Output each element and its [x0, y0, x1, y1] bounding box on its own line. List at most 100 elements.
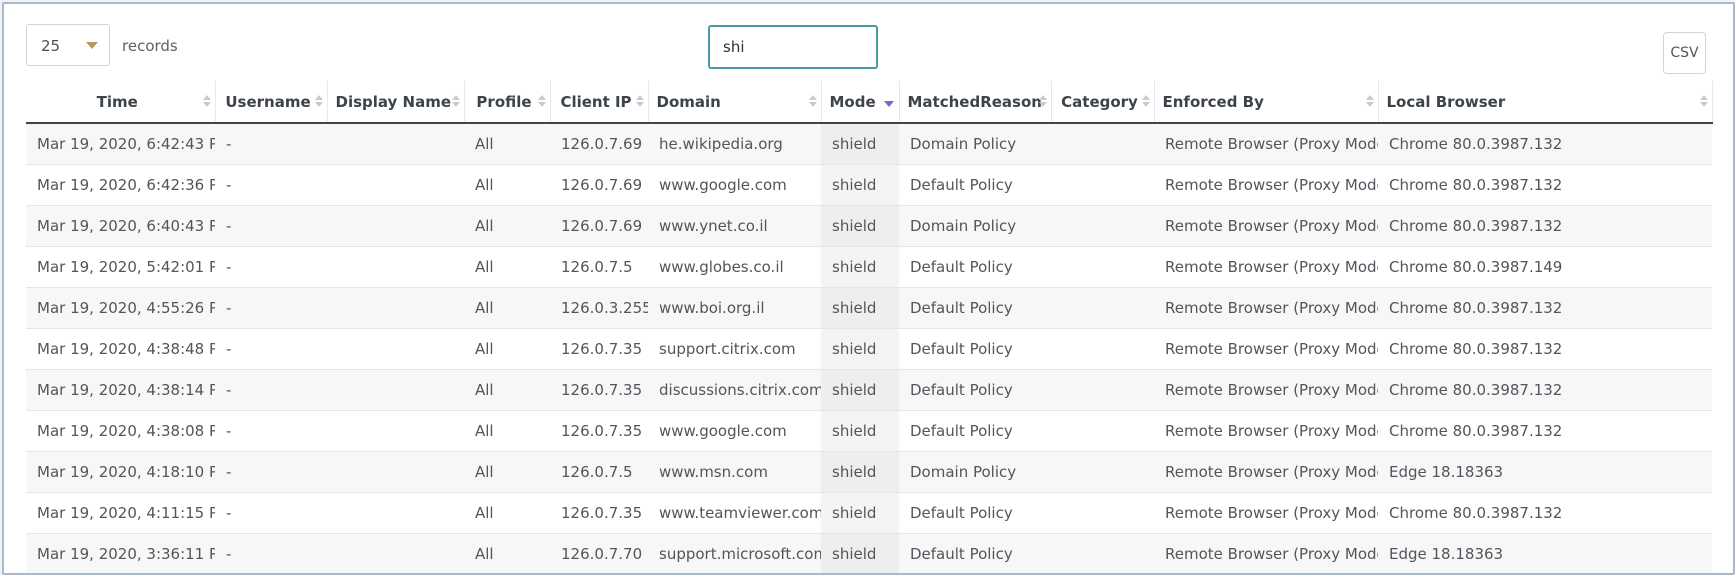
cell-local-browser: Edge 18.18363	[1378, 451, 1712, 493]
cell-mode: shield	[821, 164, 899, 206]
column-header-time[interactable]: Time	[26, 81, 216, 124]
table-row[interactable]: Mar 19, 2020, 4:11:15 PM - All 126.0.7.35 ww…	[26, 492, 1712, 534]
cell-display-name	[327, 533, 464, 573]
table-row[interactable]: Mar 19, 2020, 6:42:43 PM - All 126.0.7.69 he…	[26, 123, 1712, 165]
cell-domain: www.msn.com	[648, 451, 821, 493]
cell-time: Mar 19, 2020, 4:38:48 PM	[26, 328, 215, 370]
cell-display-name	[327, 123, 464, 165]
cell-time: Mar 19, 2020, 4:38:08 PM	[26, 410, 215, 452]
table-row[interactable]: Mar 19, 2020, 3:36:11 PM - All 126.0.7.70 su…	[26, 533, 1712, 573]
table-row[interactable]: Mar 19, 2020, 4:55:26 PM - All 126.0.3.255 w…	[26, 287, 1712, 329]
cell-matchedreason: Default Policy	[899, 246, 1051, 288]
column-header-profile[interactable]: Profile	[464, 81, 551, 124]
cell-domain: support.citrix.com	[648, 328, 821, 370]
cell-client-ip: 126.0.7.35	[550, 369, 648, 411]
table-toolbar: 25 records CSV	[4, 4, 1733, 82]
cell-local-browser: Edge 18.18363	[1378, 533, 1712, 573]
cell-enforced-by: Remote Browser (Proxy Mode)	[1154, 492, 1378, 534]
cell-local-browser: Chrome 80.0.3987.132	[1378, 123, 1712, 165]
cell-display-name	[327, 410, 464, 452]
column-header-client-ip[interactable]: Client IP	[550, 81, 649, 124]
cell-time: Mar 19, 2020, 4:38:14 PM	[26, 369, 215, 411]
cell-matchedreason: Default Policy	[899, 369, 1051, 411]
table-row[interactable]: Mar 19, 2020, 4:38:08 PM - All 126.0.7.35 ww…	[26, 410, 1712, 452]
cell-matchedreason: Domain Policy	[899, 205, 1051, 247]
sort-arrows-icon	[1699, 95, 1708, 107]
cell-time: Mar 19, 2020, 6:40:43 PM	[26, 205, 215, 247]
column-header-label: Time	[96, 92, 138, 111]
cell-domain: he.wikipedia.org	[648, 123, 821, 165]
column-header-display-name[interactable]: Display Name	[327, 81, 465, 124]
sort-arrows-icon	[635, 95, 644, 107]
cell-mode: shield	[821, 369, 899, 411]
cell-time: Mar 19, 2020, 6:42:43 PM	[26, 123, 215, 165]
page-size-select[interactable]: 25	[26, 24, 110, 66]
cell-mode: shield	[821, 492, 899, 534]
column-header-category[interactable]: Category	[1051, 81, 1155, 124]
cell-client-ip: 126.0.7.69	[550, 123, 648, 165]
cell-client-ip: 126.0.7.69	[550, 164, 648, 206]
cell-profile: All	[464, 451, 550, 493]
search-input[interactable]	[708, 25, 878, 69]
cell-display-name	[327, 205, 464, 247]
column-header-local-browser[interactable]: Local Browser	[1378, 81, 1713, 124]
cell-client-ip: 126.0.7.35	[550, 492, 648, 534]
cell-client-ip: 126.0.3.255	[550, 287, 648, 329]
cell-profile: All	[464, 287, 550, 329]
cell-enforced-by: Remote Browser (Proxy Mode)	[1154, 123, 1378, 165]
column-header-label: Client IP	[560, 92, 632, 111]
sort-arrows-icon	[202, 95, 211, 107]
column-header-label: Username	[225, 92, 311, 111]
cell-matchedreason: Default Policy	[899, 287, 1051, 329]
column-header-label: MatchedReason	[907, 92, 1042, 111]
column-header-label: Mode	[829, 92, 876, 111]
cell-mode: shield	[821, 328, 899, 370]
sort-arrows-icon	[537, 95, 546, 107]
cell-category	[1051, 164, 1154, 206]
cell-display-name	[327, 246, 464, 288]
cell-enforced-by: Remote Browser (Proxy Mode)	[1154, 246, 1378, 288]
cell-display-name	[327, 492, 464, 534]
column-header-domain[interactable]: Domain	[648, 81, 822, 124]
cell-matchedreason: Default Policy	[899, 492, 1051, 534]
cell-time: Mar 19, 2020, 4:11:15 PM	[26, 492, 215, 534]
cell-category	[1051, 123, 1154, 165]
records-label: records	[122, 37, 178, 55]
cell-category	[1051, 533, 1154, 573]
table-row[interactable]: Mar 19, 2020, 4:38:14 PM - All 126.0.7.35 di…	[26, 369, 1712, 411]
column-header-mode[interactable]: Mode	[821, 81, 900, 124]
cell-enforced-by: Remote Browser (Proxy Mode)	[1154, 410, 1378, 452]
cell-username: -	[215, 410, 327, 452]
table-row[interactable]: Mar 19, 2020, 4:18:10 PM - All 126.0.7.5 www…	[26, 451, 1712, 493]
table-header-row: Time Username Display Name Profile Client IP…	[26, 81, 1713, 124]
cell-local-browser: Chrome 80.0.3987.149	[1378, 246, 1712, 288]
column-header-matchedreason[interactable]: MatchedReason	[899, 81, 1052, 124]
cell-matchedreason: Default Policy	[899, 164, 1051, 206]
cell-domain: www.globes.co.il	[648, 246, 821, 288]
table-row[interactable]: Mar 19, 2020, 6:42:36 PM - All 126.0.7.69 ww…	[26, 164, 1712, 206]
cell-category	[1051, 369, 1154, 411]
table-body: Mar 19, 2020, 6:42:43 PM - All 126.0.7.69 he…	[26, 123, 1712, 573]
column-header-username[interactable]: Username	[215, 81, 328, 124]
column-header-label: Enforced By	[1162, 92, 1264, 111]
cell-mode: shield	[821, 533, 899, 573]
cell-mode: shield	[821, 451, 899, 493]
cell-display-name	[327, 451, 464, 493]
sort-arrows-icon	[1141, 95, 1150, 107]
cell-client-ip: 126.0.7.5	[550, 246, 648, 288]
records-panel: 25 records CSV Time Username Display Name P…	[2, 2, 1735, 575]
cell-category	[1051, 246, 1154, 288]
csv-export-button[interactable]: CSV	[1663, 32, 1706, 74]
cell-enforced-by: Remote Browser (Proxy Mode)	[1154, 205, 1378, 247]
cell-time: Mar 19, 2020, 4:18:10 PM	[26, 451, 215, 493]
cell-domain: www.ynet.co.il	[648, 205, 821, 247]
cell-domain: www.boi.org.il	[648, 287, 821, 329]
cell-username: -	[215, 328, 327, 370]
table-row[interactable]: Mar 19, 2020, 4:38:48 PM - All 126.0.7.35 su…	[26, 328, 1712, 370]
table-row[interactable]: Mar 19, 2020, 6:40:43 PM - All 126.0.7.69 ww…	[26, 205, 1712, 247]
column-header-enforced-by[interactable]: Enforced By	[1154, 81, 1379, 124]
column-header-label: Display Name	[335, 92, 452, 111]
table-row[interactable]: Mar 19, 2020, 5:42:01 PM - All 126.0.7.5 www…	[26, 246, 1712, 288]
cell-profile: All	[464, 410, 550, 452]
cell-domain: discussions.citrix.com	[648, 369, 821, 411]
